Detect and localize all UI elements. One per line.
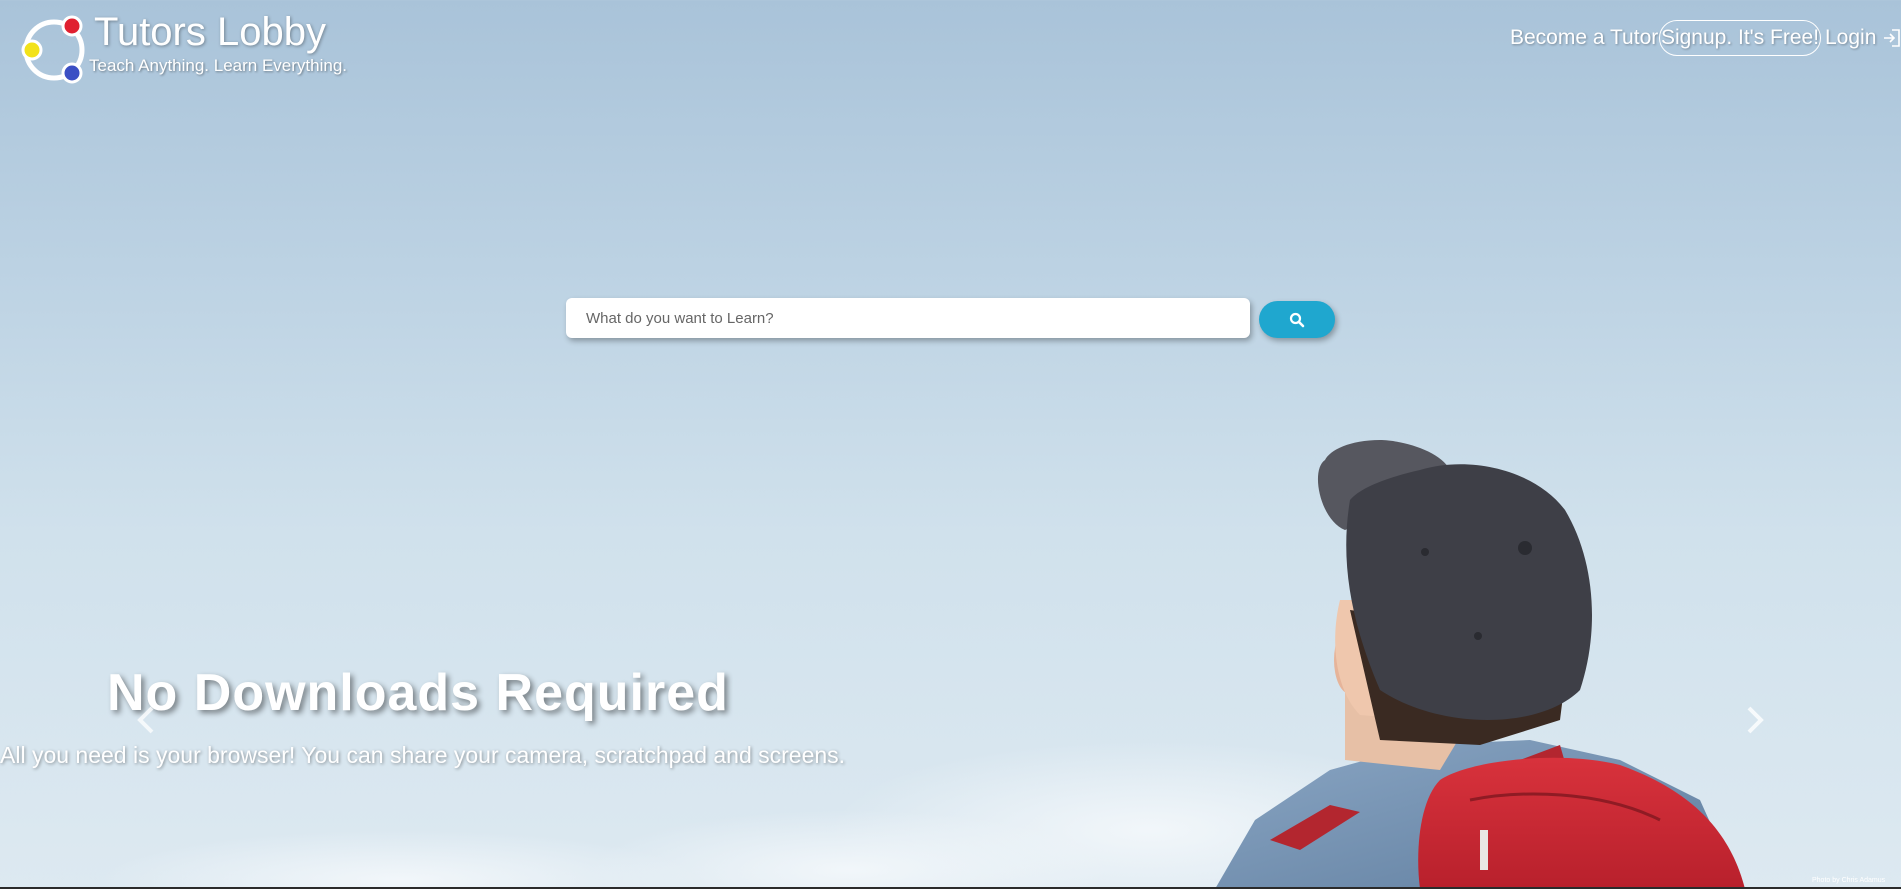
become-tutor-link[interactable]: Become a Tutor xyxy=(1510,26,1658,50)
signup-button-label: Signup. It's Free! xyxy=(1660,26,1820,49)
login-link[interactable]: Login xyxy=(1825,26,1901,50)
login-label: Login xyxy=(1825,26,1877,49)
search-button[interactable] xyxy=(1259,301,1335,338)
tutors-lobby-logo-icon[interactable] xyxy=(18,14,90,86)
carousel-caption-text: All you need is your browser! You can sh… xyxy=(0,742,846,768)
carousel-caption-title: No Downloads Required xyxy=(107,664,729,722)
brand-tagline: Teach Anything. Learn Everything. xyxy=(89,56,347,75)
photo-credit: Photo by Chris Adamus xyxy=(1812,877,1886,884)
login-icon xyxy=(1884,29,1901,47)
chevron-left-icon[interactable] xyxy=(134,705,158,735)
signup-button[interactable]: Signup. It's Free! xyxy=(1659,20,1821,56)
brand-name[interactable]: Tutors Lobby xyxy=(94,10,326,55)
chevron-right-icon[interactable] xyxy=(1743,705,1767,735)
search-icon xyxy=(1289,312,1305,327)
site-header: Tutors Lobby Teach Anything. Learn Every… xyxy=(0,0,1901,90)
search-input[interactable] xyxy=(566,298,1250,338)
